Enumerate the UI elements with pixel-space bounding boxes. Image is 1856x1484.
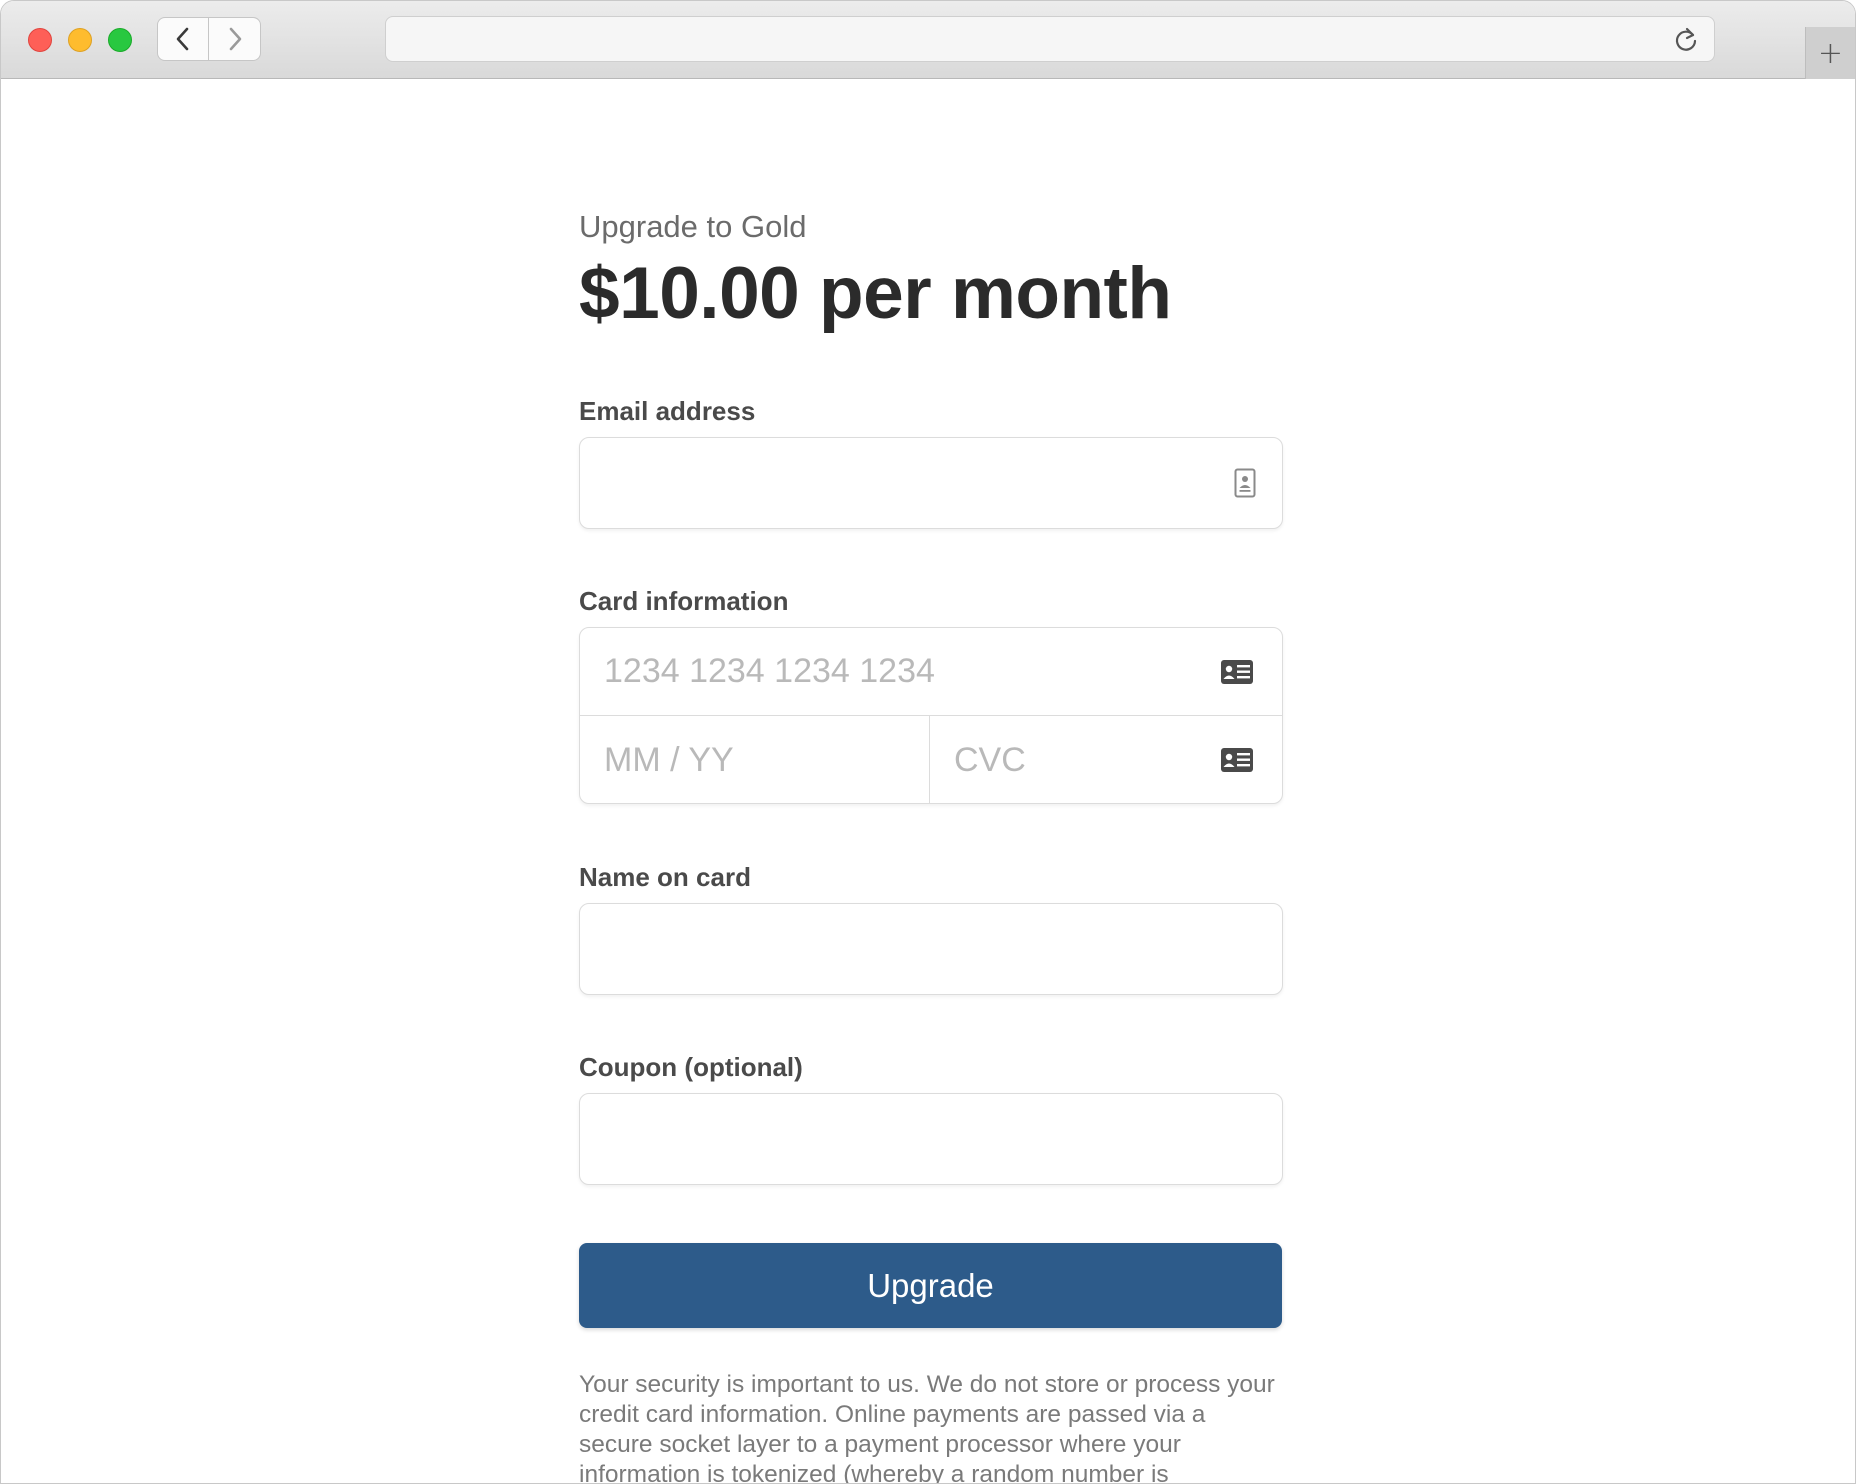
- card-number-input[interactable]: [580, 628, 1282, 715]
- forward-button[interactable]: [209, 18, 260, 60]
- close-window-button[interactable]: [28, 28, 52, 52]
- upgrade-button[interactable]: Upgrade: [579, 1243, 1282, 1328]
- plus-icon: +: [1817, 35, 1844, 71]
- security-note: Your security is important to us. We do …: [579, 1371, 1275, 1484]
- coupon-field[interactable]: [579, 1093, 1283, 1185]
- email-label: Email address: [579, 396, 756, 426]
- email-input[interactable]: [580, 438, 1282, 528]
- plan-price: $10.00 per month: [579, 253, 1172, 334]
- cvc-cell: [930, 716, 1282, 804]
- card-icon: [1221, 660, 1253, 684]
- chevron-left-icon: [176, 27, 189, 51]
- cvc-card-icon: [1221, 748, 1253, 772]
- card-number-row: [580, 628, 1282, 716]
- email-field[interactable]: [579, 437, 1283, 529]
- coupon-input[interactable]: [580, 1094, 1282, 1184]
- browser-window: + Upgrade to Gold $10.00 per month Email…: [0, 0, 1856, 1484]
- expiry-cell: [580, 716, 930, 804]
- name-on-card-input[interactable]: [580, 904, 1282, 994]
- coupon-label: Coupon (optional): [579, 1052, 803, 1082]
- minimize-window-button[interactable]: [68, 28, 92, 52]
- browser-toolbar: +: [1, 1, 1855, 79]
- back-button[interactable]: [158, 18, 210, 60]
- reload-icon: [1675, 27, 1697, 51]
- card-information-label: Card information: [579, 586, 789, 616]
- reload-button[interactable]: [1672, 26, 1700, 54]
- checkout-form: Upgrade to Gold $10.00 per month Email a…: [579, 201, 1283, 1484]
- card-information-group: [579, 627, 1283, 804]
- card-expiry-cvc-row: [580, 716, 1282, 804]
- address-bar[interactable]: [385, 16, 1715, 62]
- maximize-window-button[interactable]: [108, 28, 132, 52]
- navigation-buttons: [157, 17, 261, 61]
- new-tab-button[interactable]: +: [1805, 27, 1855, 79]
- chevron-right-icon: [229, 27, 241, 51]
- plan-subtitle: Upgrade to Gold: [579, 209, 807, 244]
- name-on-card-field[interactable]: [579, 903, 1283, 995]
- name-on-card-label: Name on card: [579, 862, 751, 892]
- contact-card-icon[interactable]: [1234, 468, 1256, 498]
- expiry-input[interactable]: [580, 716, 929, 804]
